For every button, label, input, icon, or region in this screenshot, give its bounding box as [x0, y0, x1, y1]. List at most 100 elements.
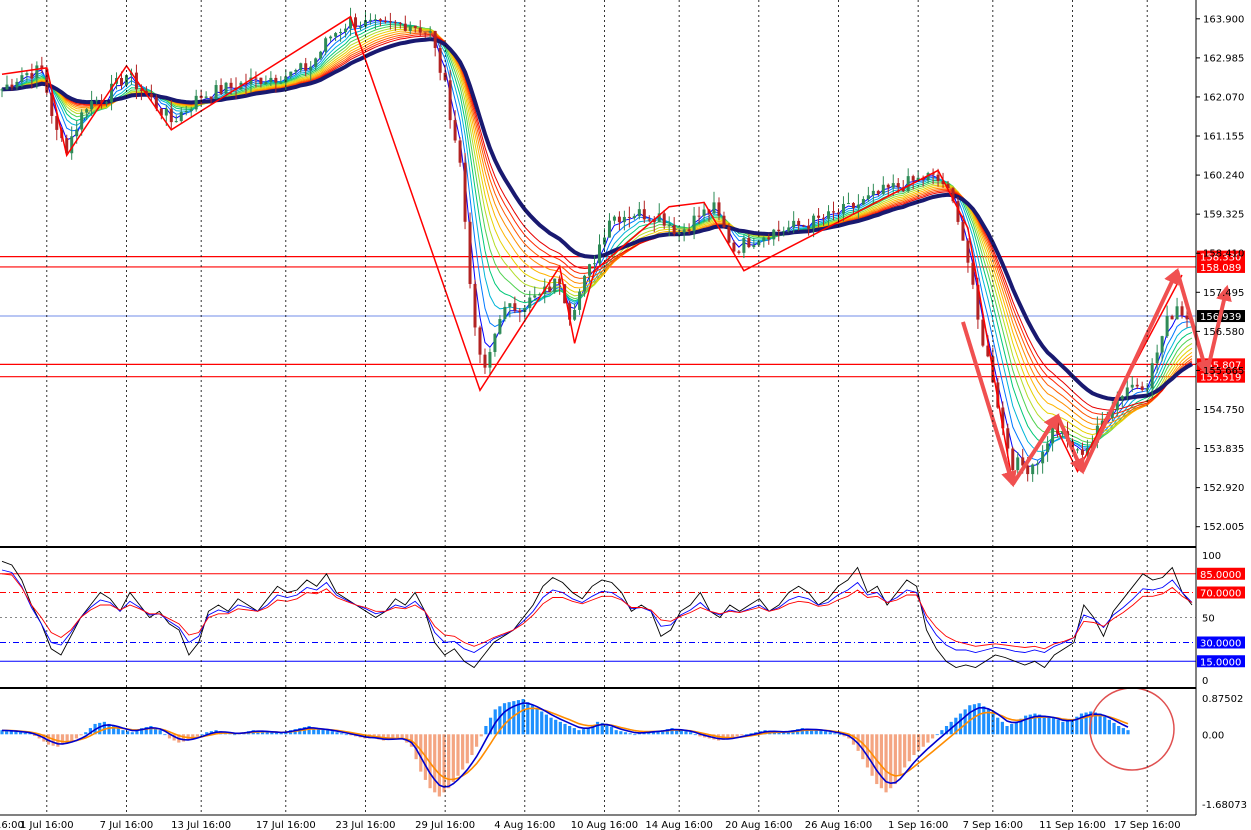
histogram-bar: [623, 732, 628, 735]
ribbon-ma-line: [1, 19, 1193, 468]
histogram-bar: [735, 734, 739, 737]
histogram-bar: [1005, 725, 1009, 735]
candle-body: [403, 23, 407, 31]
y-tick-label: 160.240: [1203, 171, 1244, 182]
candle-body: [846, 203, 850, 205]
candle-body: [105, 102, 109, 104]
candle-body: [518, 310, 522, 312]
histogram-bar: [130, 732, 134, 735]
histogram-bar: [693, 734, 697, 736]
candle-body: [90, 101, 94, 110]
histogram-bar: [1112, 722, 1116, 735]
candle-body: [533, 295, 537, 298]
candle-body: [423, 32, 427, 34]
x-tick-label: 13 Jul 16:00: [171, 820, 231, 830]
histogram-bar: [935, 734, 939, 736]
candle-body: [578, 291, 582, 310]
histogram-bar: [633, 734, 637, 736]
candle-body: [722, 215, 726, 228]
candle-body: [911, 176, 915, 181]
histogram-bar: [917, 734, 921, 751]
candle-body: [184, 111, 188, 113]
ribbon-ma-line: [1, 32, 1193, 420]
histogram-bar: [19, 732, 23, 735]
candle-body: [588, 264, 592, 276]
y-tick-label: 152.920: [1203, 483, 1244, 494]
candle-body: [373, 19, 377, 21]
y-tick-label: 154.750: [1203, 405, 1244, 416]
candle-body: [1180, 306, 1184, 316]
histogram-bar: [884, 734, 888, 793]
candle-body: [388, 21, 392, 23]
candle-body: [1175, 306, 1179, 320]
candle-body: [856, 204, 860, 208]
candle-body: [398, 23, 402, 25]
candle-body: [383, 20, 387, 22]
histogram-bar: [684, 731, 688, 735]
histogram-bar: [823, 731, 828, 735]
candle-body: [428, 30, 432, 33]
candle-body: [1011, 448, 1015, 471]
histogram-bar: [1121, 728, 1125, 735]
histogram-bar: [330, 731, 334, 735]
y-tick-label: 152.005: [1203, 522, 1244, 533]
candle-body: [508, 303, 512, 307]
oscillator-line: [1, 560, 1193, 669]
histogram-bar: [549, 717, 553, 735]
candle-body: [1130, 384, 1134, 388]
y-tick-label: 159.325: [1203, 210, 1244, 221]
candle-body: [1125, 387, 1129, 397]
candle-body: [20, 75, 24, 82]
candle-body: [25, 73, 29, 76]
axes-layer: 30 Jun 16:001 Jul 16:007 Jul 16:0013 Jul…: [0, 0, 1247, 830]
candle-body: [822, 217, 826, 219]
histogram-bar: [963, 709, 967, 735]
ribbon-ma-line: [1, 24, 1193, 443]
candle-body: [503, 306, 507, 320]
candle-body: [717, 202, 721, 216]
candle-body: [463, 162, 467, 222]
x-tick-label: 4 Aug 16:00: [494, 820, 555, 830]
candle-body: [1036, 463, 1040, 465]
y-tick-label: 0.87502: [1202, 694, 1243, 705]
level-tag-label: 15.0000: [1200, 657, 1241, 668]
histogram-bar: [158, 730, 162, 735]
y-tick-label: 163.900: [1203, 14, 1244, 25]
x-tick-label: 10 Aug 16:00: [571, 820, 638, 830]
candle-body: [1075, 449, 1079, 451]
macd-panel: [0, 687, 1175, 797]
histogram-bar: [619, 731, 623, 735]
candle-body: [702, 209, 706, 216]
candle-body: [468, 221, 472, 284]
histogram-bar: [98, 722, 102, 735]
candle-body: [851, 203, 855, 208]
candle-body: [179, 112, 183, 122]
candle-body: [448, 80, 452, 121]
candle-body: [607, 220, 611, 238]
candle-body: [1155, 352, 1159, 364]
histogram-bar: [1061, 721, 1065, 735]
candle-body: [896, 183, 900, 188]
candle-body: [692, 215, 696, 232]
histogram-bar: [23, 732, 27, 735]
candle-body: [881, 184, 885, 194]
candle-body: [219, 85, 223, 94]
histogram-bar: [502, 703, 507, 735]
level-tag-label: 85.0000: [1200, 570, 1241, 581]
y-tick-label: 156.580: [1203, 327, 1244, 338]
candle-body: [642, 209, 646, 220]
histogram-bar: [540, 711, 544, 735]
candle-body: [458, 140, 462, 163]
histogram-bar: [582, 729, 586, 735]
candle-body: [314, 58, 318, 67]
histogram-bar: [1000, 721, 1004, 735]
candle-body: [627, 216, 631, 218]
x-tick-label: 7 Jul 16:00: [100, 820, 154, 830]
ribbon-ma-line: [1, 29, 1193, 431]
histogram-bar: [614, 730, 618, 735]
candle-body: [1026, 465, 1030, 475]
candle-body: [712, 202, 716, 214]
candle-body: [299, 63, 303, 70]
candle-body: [841, 203, 845, 214]
candle-body: [339, 31, 343, 34]
